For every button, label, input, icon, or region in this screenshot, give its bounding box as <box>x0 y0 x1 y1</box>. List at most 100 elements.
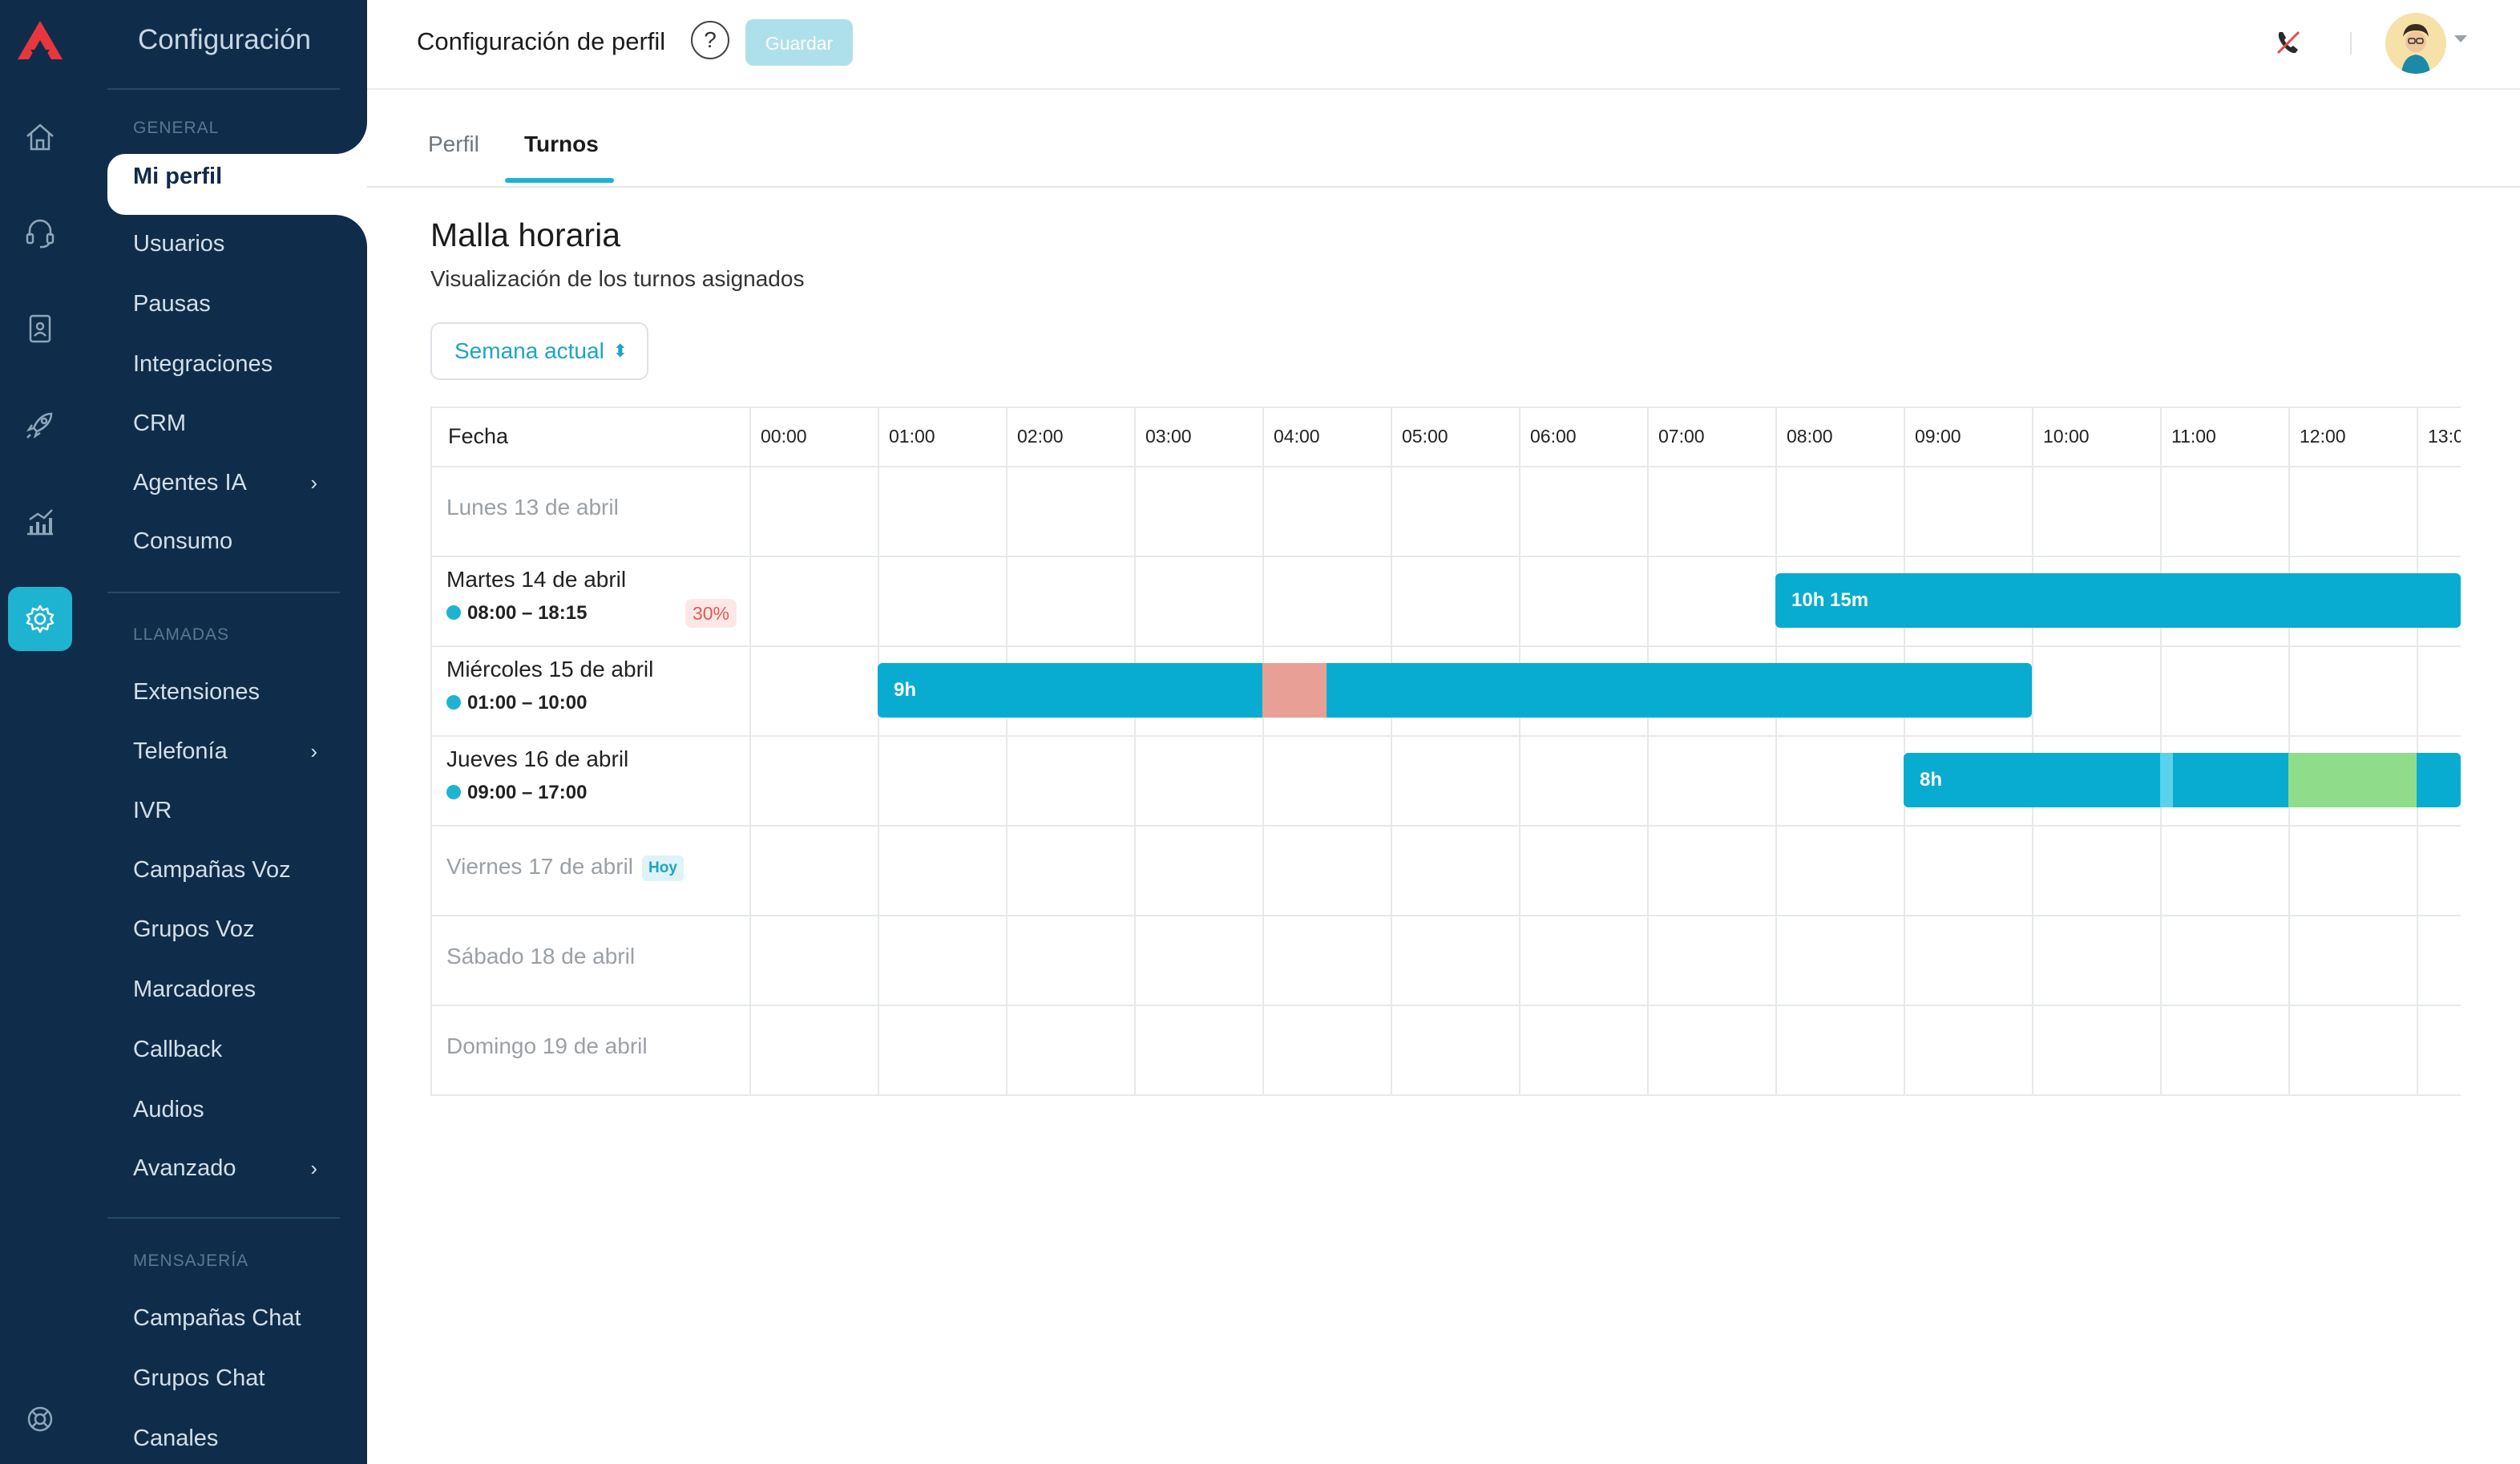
sidebar-item-grupos-voz[interactable]: Grupos Voz <box>133 908 341 951</box>
tab-perfil[interactable]: Perfil <box>428 131 479 157</box>
sidebar-item-grupos-chat[interactable]: Grupos Chat <box>133 1357 341 1400</box>
shift-time-text: 09:00 – 17:00 <box>467 782 588 803</box>
sidebar-item-agentes-ia[interactable]: Agentes IA › <box>133 461 341 504</box>
analytics-icon[interactable] <box>8 489 72 553</box>
break-segment <box>2288 753 2417 807</box>
sidebar-item-label: Pausas <box>133 291 211 317</box>
sidebar-item-label: Telefonía <box>133 738 228 764</box>
sidebar-item-audios[interactable]: Audios <box>133 1088 341 1131</box>
home-icon[interactable] <box>8 104 72 168</box>
hour-header: 04:00 <box>1274 426 1320 447</box>
section-subtitle: Visualización de los turnos asignados <box>430 266 805 291</box>
hour-header: 12:00 <box>2300 426 2346 447</box>
shift-time: 08:00 – 18:15 <box>446 602 587 625</box>
grid-column-line <box>1904 406 1905 1096</box>
hour-header: 13:0 <box>2428 426 2461 447</box>
settings-sidebar: Configuración GENERAL Mi perfil Usuarios… <box>106 0 367 1464</box>
clock-icon <box>446 784 461 799</box>
day-label: Martes 14 de abril <box>446 567 627 592</box>
hour-header: 08:00 <box>1787 426 1833 447</box>
sidebar-item-usuarios[interactable]: Usuarios <box>133 222 341 265</box>
tab-bar: Perfil Turnos <box>367 88 2520 188</box>
sidebar-item-label: Grupos Voz <box>133 916 255 942</box>
sidebar-item-integraciones[interactable]: Integraciones <box>133 342 341 386</box>
shift-bar[interactable]: 8h <box>1904 753 2461 807</box>
shift-bar[interactable]: 10h 15m <box>1775 573 2461 628</box>
grid-row-line <box>430 556 2461 557</box>
grid-column-line <box>1647 406 1649 1096</box>
rocket-icon[interactable] <box>8 393 72 457</box>
sidebar-item-marcadores[interactable]: Marcadores <box>133 968 341 1011</box>
section-mensajeria: MENSAJERÍA <box>133 1252 249 1270</box>
sidebar-divider <box>107 592 340 593</box>
sidebar-item-avanzado[interactable]: Avanzado › <box>133 1147 341 1190</box>
grid-row-line <box>430 1094 2461 1096</box>
sidebar-item-label: Canales <box>133 1426 219 1451</box>
grid-column-line <box>2417 406 2418 1096</box>
sort-icon: ⬍ <box>612 341 628 361</box>
section-title: Malla horaria <box>430 216 620 253</box>
shift-bar[interactable]: 9h <box>878 663 2032 718</box>
sidebar-item-callback[interactable]: Callback <box>133 1028 341 1071</box>
day-label: Miércoles 15 de abril <box>446 657 654 681</box>
sidebar-item-label: Campañas Chat <box>133 1305 301 1331</box>
clock-icon <box>446 694 461 710</box>
sidebar-item-label: Audios <box>133 1097 204 1122</box>
grid-column-line <box>2160 406 2162 1096</box>
section-general: GENERAL <box>133 119 220 137</box>
shift-duration-label: 9h <box>894 679 917 701</box>
break-segment <box>1262 663 1327 718</box>
sidebar-item-telefonia[interactable]: Telefonía › <box>133 730 341 773</box>
sidebar-divider <box>107 1217 340 1219</box>
contacts-icon[interactable] <box>8 297 72 361</box>
headset-icon[interactable] <box>8 200 72 265</box>
today-badge: Hoy <box>642 855 684 881</box>
hour-header: 05:00 <box>1402 426 1448 447</box>
hour-header: 06:00 <box>1530 426 1577 447</box>
active-tab-indicator <box>505 178 614 183</box>
sidebar-item-campanas-voz[interactable]: Campañas Voz <box>133 848 341 892</box>
grid-row-line <box>430 1005 2461 1006</box>
schedule-grid: Fecha Lunes 13 de abril Martes 14 de abr… <box>430 406 2461 1096</box>
hour-header: 09:00 <box>1915 426 1961 447</box>
break-segment <box>2160 753 2173 807</box>
clock-icon <box>446 605 461 620</box>
page-header: Configuración de perfil ? Guardar <box>367 0 2520 90</box>
gear-icon[interactable] <box>8 587 72 651</box>
save-button[interactable]: Guardar <box>745 19 853 66</box>
chevron-right-icon: › <box>310 739 317 763</box>
day-label: Jueves 16 de abril <box>446 746 629 771</box>
day-label: Lunes 13 de abril <box>446 495 619 520</box>
sidebar-item-ivr[interactable]: IVR <box>133 789 341 832</box>
sidebar-item-label: Extensiones <box>133 679 260 705</box>
page-title: Configuración de perfil <box>417 27 666 55</box>
grid-row-line <box>430 645 2461 647</box>
sidebar-item-crm[interactable]: CRM <box>133 402 341 445</box>
help-button[interactable]: ? <box>691 21 729 59</box>
hour-header: 10:00 <box>2043 426 2090 447</box>
sidebar-item-consumo[interactable]: Consumo <box>133 520 341 563</box>
tab-turnos[interactable]: Turnos <box>524 131 599 157</box>
chevron-down-icon[interactable] <box>2454 35 2467 42</box>
sidebar-item-campanas-chat[interactable]: Campañas Chat <box>133 1296 341 1340</box>
sidebar-item-label: Consumo <box>133 528 233 554</box>
grid-row-line <box>430 466 2461 467</box>
day-label: Domingo 19 de abril <box>446 1033 648 1058</box>
lifebuoy-icon[interactable] <box>8 1387 72 1451</box>
phone-disabled-icon[interactable] <box>2273 27 2304 58</box>
sidebar-item-canales[interactable]: Canales <box>133 1417 341 1460</box>
hour-header: 03:00 <box>1145 426 1192 447</box>
grid-column-line <box>878 406 879 1096</box>
grid-row-line <box>430 735 2461 737</box>
avatar[interactable] <box>2385 13 2446 74</box>
sidebar-item-label: Mi perfil <box>133 164 223 189</box>
sidebar-item-label: Campañas Voz <box>133 857 291 883</box>
day-label: Sábado 18 de abril <box>446 944 636 969</box>
shift-time: 01:00 – 10:00 <box>446 692 587 714</box>
icon-rail <box>0 0 106 1464</box>
sidebar-item-extensiones[interactable]: Extensiones <box>133 670 341 714</box>
sidebar-item-pausas[interactable]: Pausas <box>133 282 341 326</box>
logo-icon[interactable] <box>14 18 66 63</box>
week-select[interactable]: Semana actual ⬍ <box>430 322 648 380</box>
sidebar-item-label: CRM <box>133 410 187 436</box>
